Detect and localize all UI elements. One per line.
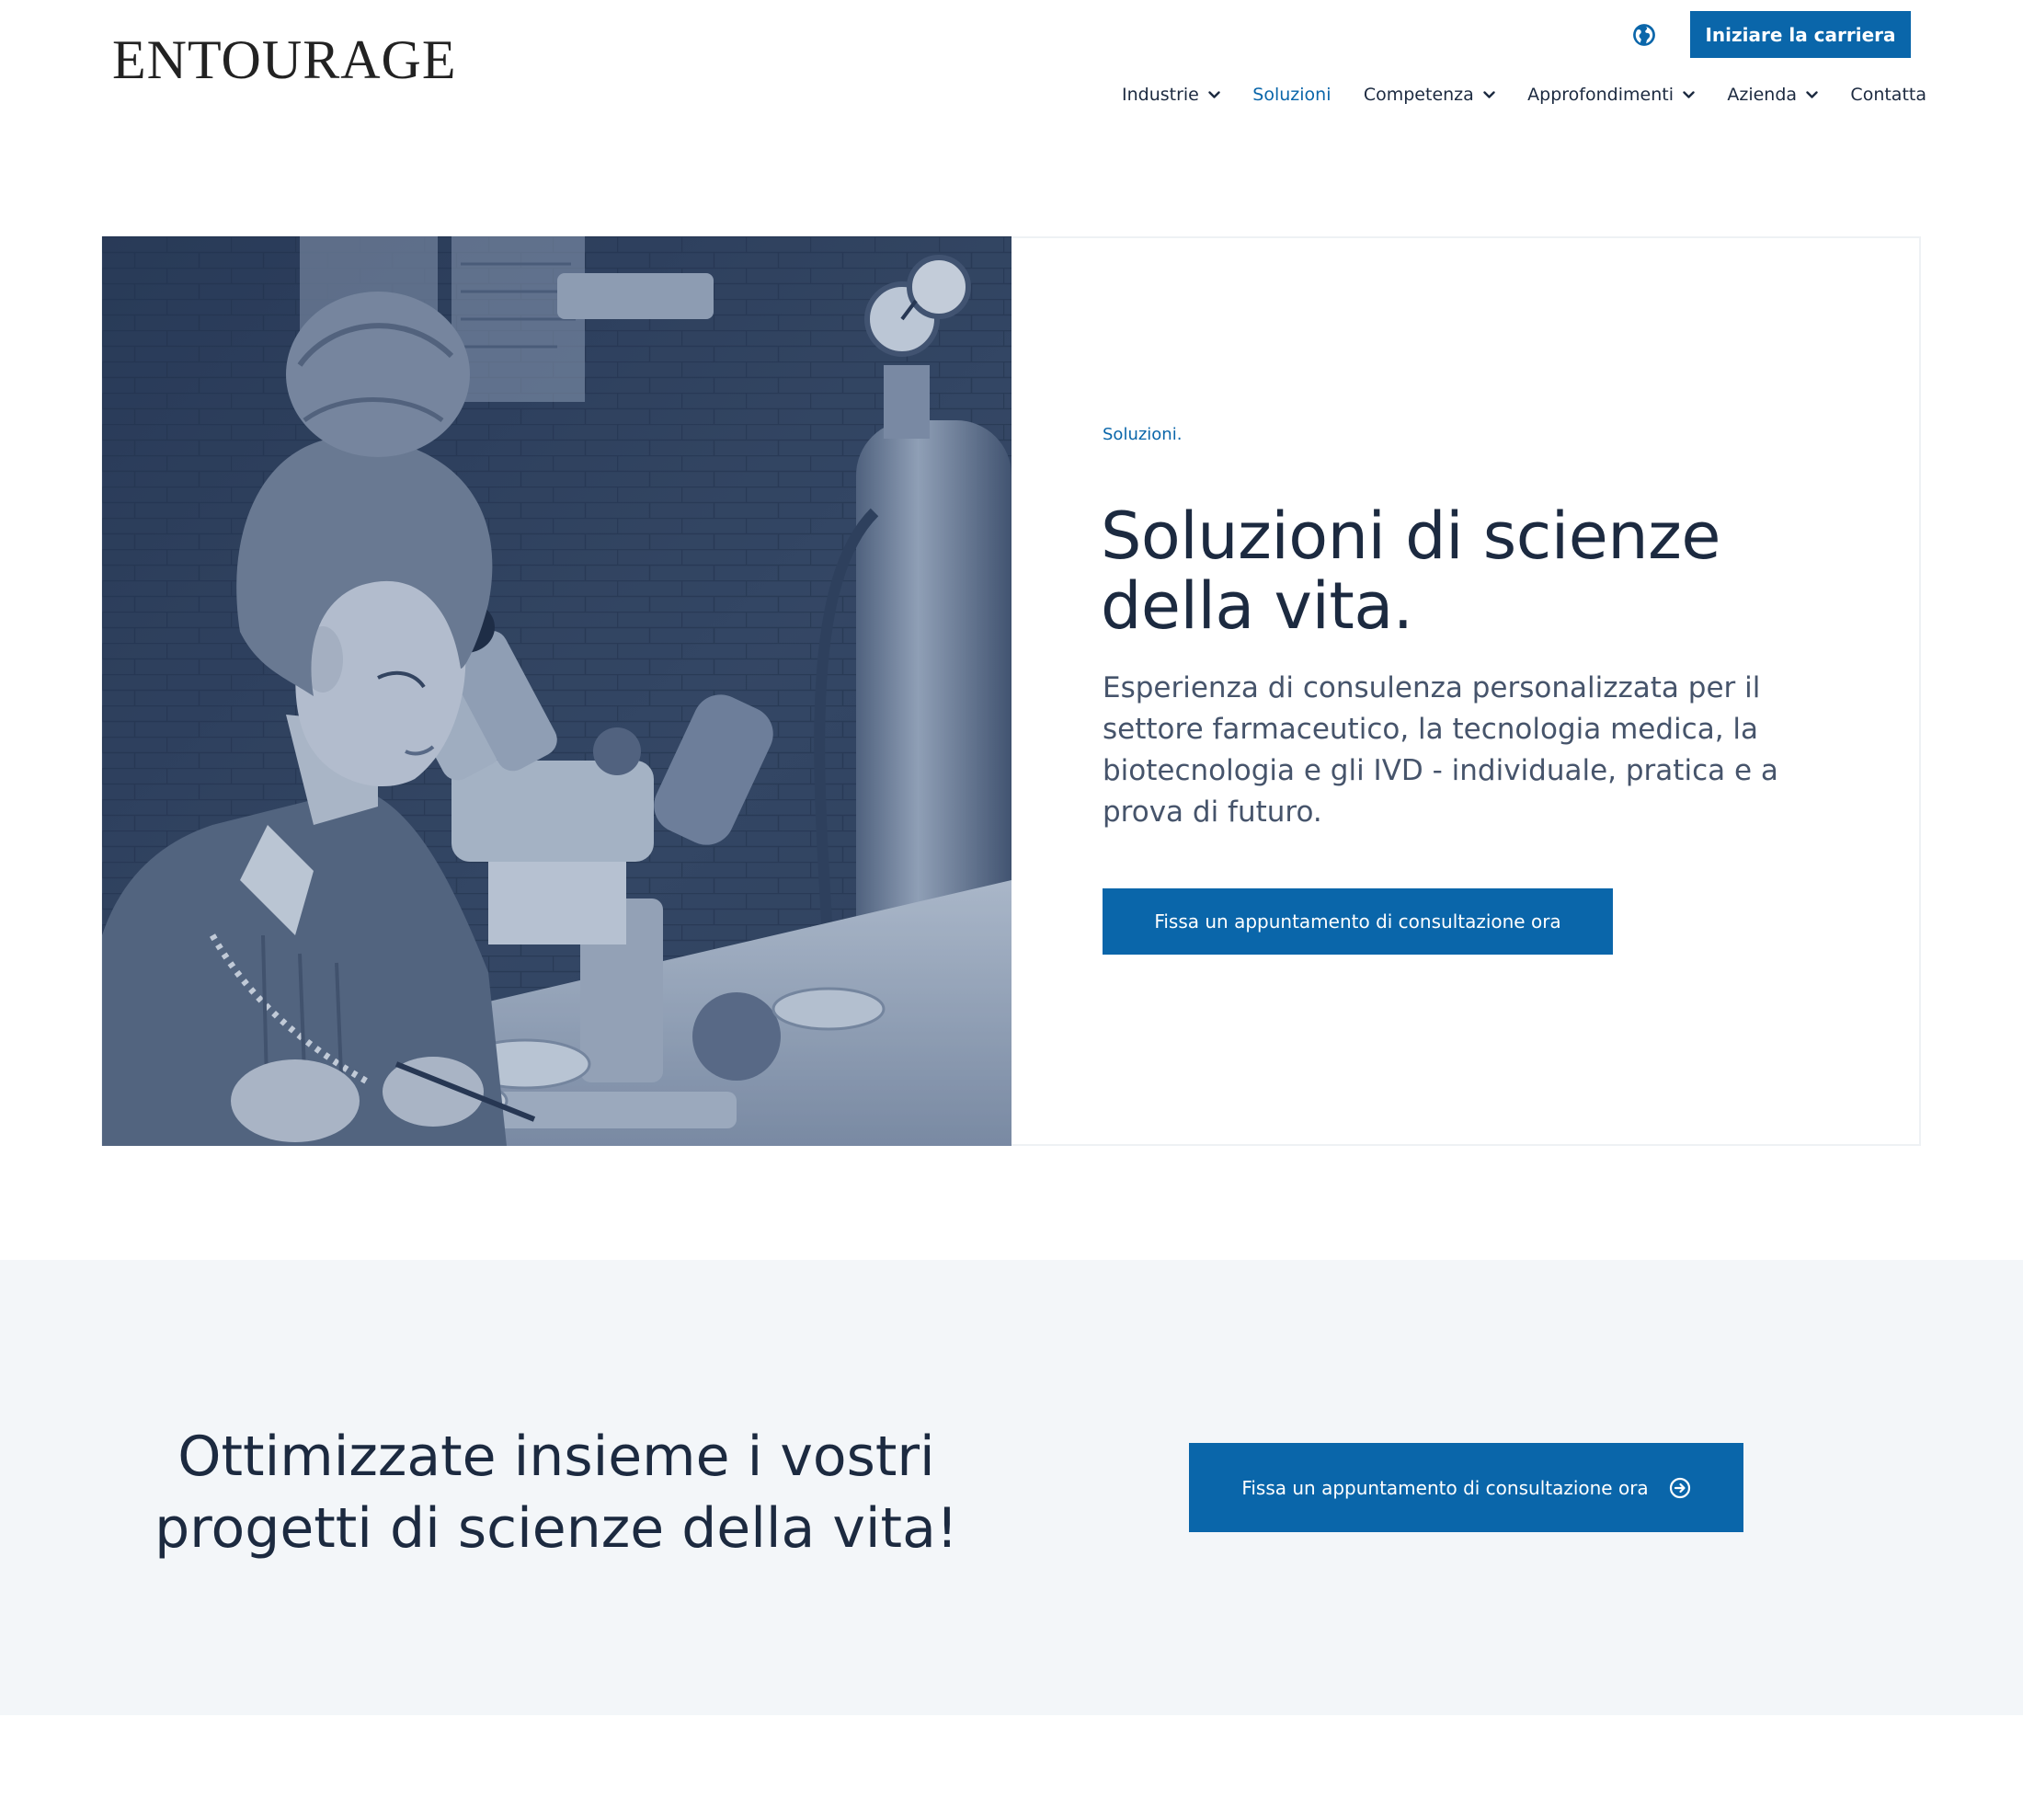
nav-item-label: Competenza: [1363, 85, 1474, 105]
chevron-down-icon: [1483, 90, 1495, 98]
nav-item-label: Soluzioni: [1252, 85, 1332, 105]
logo[interactable]: ENTOURAGE: [112, 28, 457, 92]
nav-item-competenza[interactable]: Competenza: [1364, 85, 1495, 105]
nav-item-label: Industrie: [1122, 85, 1199, 105]
nav-item-label: Approfondimenti: [1527, 85, 1674, 105]
chevron-down-icon: [1208, 90, 1220, 98]
book-consultation-button[interactable]: Fissa un appuntamento di consultazione o…: [1103, 888, 1613, 955]
nav-item-industrie[interactable]: Industrie: [1122, 85, 1220, 105]
hero-eyebrow: Soluzioni.: [1103, 425, 1183, 444]
nav-item-contatta[interactable]: Contatta: [1850, 85, 1926, 105]
nav-item-soluzioni[interactable]: Soluzioni: [1252, 85, 1331, 105]
main-nav: Industrie Soluzioni Competenza Approfond…: [1122, 81, 1926, 109]
nav-item-azienda[interactable]: Azienda: [1727, 85, 1818, 105]
chevron-down-icon: [1683, 90, 1695, 98]
hero-title: Soluzioni di scienze della vita.: [1101, 498, 1720, 644]
laboratory-microscope-photo: [102, 236, 1012, 1146]
nav-item-label: Contatta: [1850, 85, 1926, 105]
start-career-button[interactable]: Iniziare la carriera: [1690, 11, 1911, 58]
nav-item-approfondimenti[interactable]: Approfondimenti: [1527, 85, 1695, 105]
cta-title: Ottimizzate insieme i vostri progetti di…: [154, 1425, 958, 1561]
chevron-down-icon: [1806, 90, 1818, 98]
nav-item-label: Azienda: [1727, 85, 1798, 105]
cta-consultation-button[interactable]: Fissa un appuntamento di consultazione o…: [1189, 1443, 1743, 1532]
hero-description: Esperienza di consulenza personalizzata …: [1103, 671, 1778, 829]
arrow-right-circle-icon: [1669, 1477, 1690, 1498]
globe-icon[interactable]: [1632, 23, 1656, 47]
cta-button-label: Fissa un appuntamento di consultazione o…: [1241, 1476, 1649, 1499]
